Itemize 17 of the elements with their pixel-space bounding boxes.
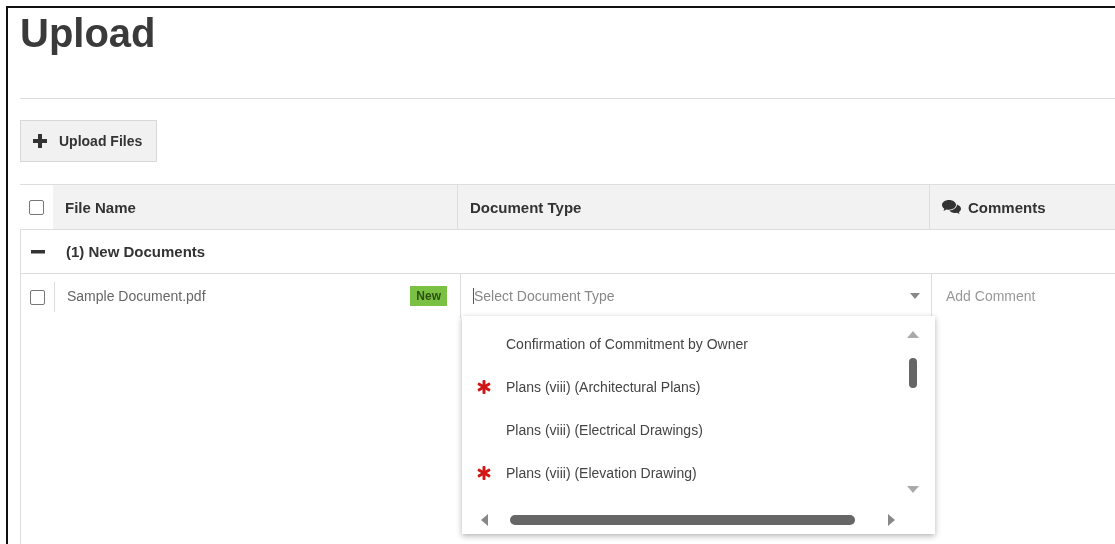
column-header: Document Type <box>458 185 930 229</box>
caret-icon <box>910 293 920 299</box>
column-header: File Name <box>53 185 458 229</box>
plus-icon <box>33 134 47 148</box>
upload-files-button[interactable]: Upload Files <box>20 120 158 162</box>
select-all-checkbox[interactable] <box>29 199 44 215</box>
comments-icon <box>942 199 962 215</box>
file-name: Sample Document.pdf <box>67 288 206 304</box>
dropdown-option[interactable]: Plans (viii) (Electrical Drawings) <box>462 408 903 451</box>
group-label: (1) New Documents <box>65 243 206 260</box>
dropdown-option[interactable]: Confirmation of Commitment by Owner <box>462 322 903 365</box>
dropdown-option[interactable]: Plans (viii) (Elevation Drawing) <box>462 451 903 494</box>
row-checkbox[interactable] <box>30 289 45 305</box>
dropdown-option[interactable]: Plans (viii) (Architectural Plans) <box>462 365 903 408</box>
column-header: Comments <box>930 185 1115 229</box>
page-title: Upload <box>20 10 157 57</box>
new-badge: New <box>410 286 447 306</box>
